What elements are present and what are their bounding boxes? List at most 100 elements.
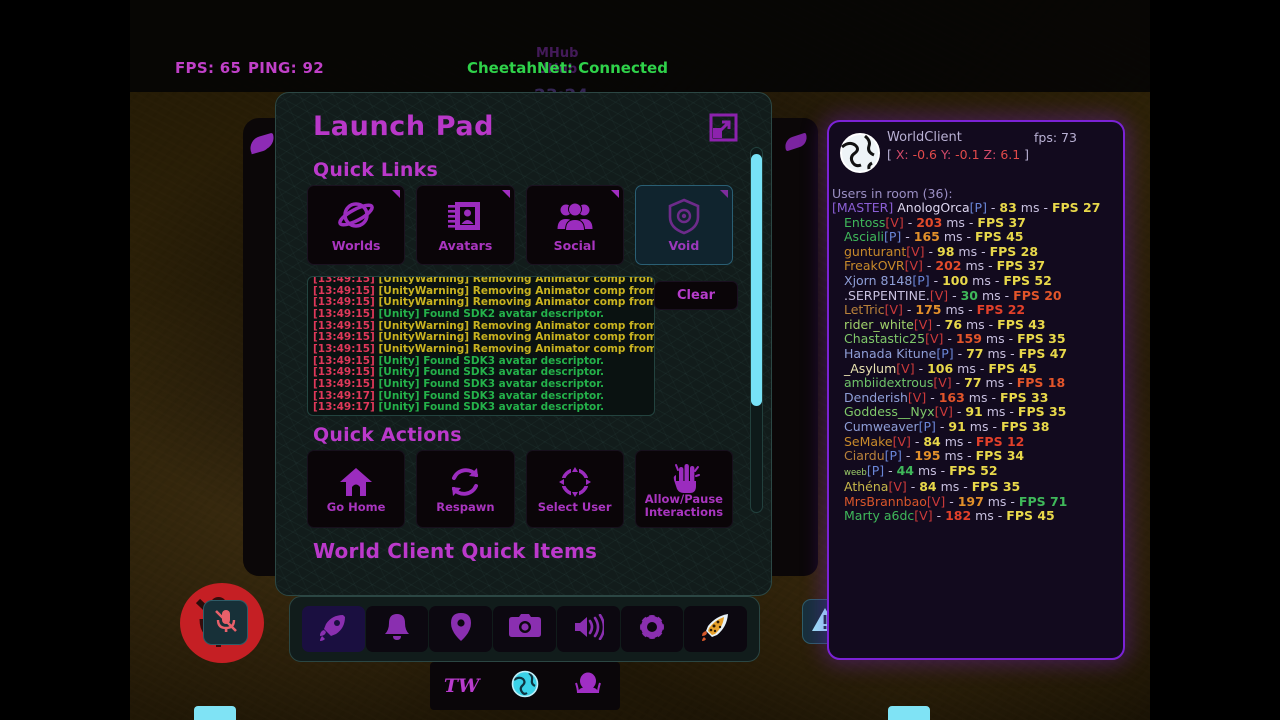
quick-link-avatars[interactable]: Avatars xyxy=(416,185,515,265)
coord-x-key: X: xyxy=(895,147,909,162)
page-title: Launch Pad xyxy=(313,111,495,142)
refresh-icon xyxy=(447,463,483,501)
user-list-item[interactable]: _Asylum[V] - 106 ms - FPS 45 xyxy=(829,361,1123,377)
contacts-book-icon xyxy=(446,196,484,236)
action-label: Select User xyxy=(537,500,612,514)
panel-scrollbar-thumb[interactable] xyxy=(751,154,762,406)
quick-link-worlds[interactable]: Worlds xyxy=(307,185,406,265)
location-pin-icon xyxy=(449,612,473,646)
users-panel-fps: fps: 73 xyxy=(1034,130,1077,145)
corner-accent-icon xyxy=(610,190,619,198)
toolbar-button-cheetah[interactable] xyxy=(684,606,748,652)
user-list-item[interactable]: Entoss[V] - 203 ms - FPS 37 xyxy=(829,215,1123,231)
user-list-item[interactable]: MrsBrannbao[V] - 197 ms - FPS 71 xyxy=(829,494,1123,510)
user-list-item[interactable]: FreakOVR[V] - 202 ms - FPS 37 xyxy=(829,259,1123,274)
user-list-item[interactable]: Ciardu[P] - 195 ms - FPS 34 xyxy=(829,448,1123,464)
user-list-item[interactable]: SeMake[V] - 84 ms - FPS 12 xyxy=(829,434,1123,450)
launch-pad-window: Launch Pad Quick Links Worlds Avatars So… xyxy=(275,92,772,596)
bottom-tab-stub-right[interactable] xyxy=(888,706,930,720)
expand-icon[interactable] xyxy=(708,112,739,143)
world-client-users-panel: WorldClient fps: 73 [ X: -0.6 Y: -0.1 Z:… xyxy=(827,120,1125,660)
quick-link-void[interactable]: Void xyxy=(634,185,733,265)
corner-accent-icon xyxy=(501,190,510,198)
hand-icon xyxy=(666,463,702,493)
user-list-item[interactable]: Chastastic25[V] - 159 ms - FPS 35 xyxy=(829,332,1123,347)
corner-accent-icon xyxy=(720,190,728,198)
section-heading-quick-actions: Quick Actions xyxy=(313,424,462,446)
camera-icon xyxy=(508,614,541,644)
coord-bracket-open: [ xyxy=(887,147,896,162)
users-panel-client-name: WorldClient xyxy=(887,130,962,145)
toolbar-button-camera[interactable] xyxy=(493,606,556,652)
home-icon xyxy=(338,463,374,501)
action-respawn[interactable]: Respawn xyxy=(416,450,515,528)
action-select-user[interactable]: Select User xyxy=(525,450,624,528)
user-list-item[interactable]: .SERPENTINE.[V] - 30 ms - FPS 20 xyxy=(829,288,1123,304)
users-panel-coordinates: [ X: -0.6 Y: -0.1 Z: 6.1 ] xyxy=(887,147,1029,162)
user-list-item[interactable]: gunturant[V] - 98 ms - FPS 28 xyxy=(829,244,1123,260)
toolbar-sub-tray: TW xyxy=(430,662,620,710)
coord-y-value: -0.1 xyxy=(955,147,980,162)
action-label: Allow/Pause Interactions xyxy=(644,492,724,519)
globe-icon xyxy=(511,670,539,702)
user-list-item[interactable]: Marty a6dc[V] - 182 ms - FPS 45 xyxy=(829,509,1123,524)
user-list-item[interactable]: Athéna[V] - 84 ms - FPS 35 xyxy=(829,479,1123,495)
subtray-button-avatar[interactable] xyxy=(558,663,618,709)
toolbar-button-notifications[interactable] xyxy=(365,606,429,652)
hud-ping-counter: PING: 92 xyxy=(248,59,324,77)
user-list-item[interactable]: rider_white[V] - 76 ms - FPS 43 xyxy=(829,317,1123,333)
quick-link-label: Worlds xyxy=(331,238,381,253)
speaker-icon xyxy=(572,613,606,644)
quick-link-label: Social xyxy=(553,238,596,253)
action-label: Go Home xyxy=(326,500,386,514)
user-list-item[interactable]: Xjorn 8148[P] - 100 ms - FPS 52 xyxy=(829,273,1123,289)
quick-link-label: Avatars xyxy=(438,238,493,253)
user-list-item[interactable]: Denderish[V] - 163 ms - FPS 33 xyxy=(829,390,1123,406)
subtray-button-globe[interactable] xyxy=(495,663,555,709)
clear-console-button[interactable]: Clear xyxy=(654,281,738,310)
quick-links-row: Worlds Avatars Social Void xyxy=(307,185,733,265)
quick-link-label: Void xyxy=(668,238,700,253)
bottom-tab-stub-left[interactable] xyxy=(194,706,236,720)
user-list-item[interactable]: weeb[P] - 44 ms - FPS 52 xyxy=(829,463,1123,481)
rocket-icon xyxy=(318,612,348,646)
microphone-muted-icon xyxy=(212,607,240,639)
globe-icon xyxy=(839,132,881,174)
user-list-item[interactable]: Asciali[P] - 165 ms - FPS 45 xyxy=(829,229,1123,245)
action-go-home[interactable]: Go Home xyxy=(307,450,406,528)
user-list-item[interactable]: Hanada Kitune[P] - 77 ms - FPS 47 xyxy=(829,346,1123,362)
target-icon xyxy=(556,463,593,501)
avatar-head-icon xyxy=(574,670,602,702)
user-list-item[interactable]: Cumweaver[P] - 91 ms - FPS 38 xyxy=(829,419,1123,435)
coord-x-value: -0.6 xyxy=(912,147,938,162)
user-list[interactable]: [MASTER] AnologOrca[P] - 83 ms - FPS 27 E… xyxy=(829,200,1123,524)
action-allow-pause-interactions[interactable]: Allow/Pause Interactions xyxy=(634,450,733,528)
toolbar-button-rocket[interactable] xyxy=(302,606,365,652)
bell-icon xyxy=(383,612,411,646)
coord-y-key: Y: xyxy=(941,147,952,162)
quick-actions-row: Go Home Respawn Select User Allow/Pause … xyxy=(307,450,733,528)
shield-icon xyxy=(667,196,701,236)
gear-icon xyxy=(635,610,669,646)
app-screen: MHub UHub 23:24 FPS: 65 PING: 92 Cheetah… xyxy=(0,0,1280,720)
console-line: [13:49:17] [Unity] Found SDK3 avatar des… xyxy=(313,401,604,414)
planet-icon xyxy=(336,196,376,236)
console-log[interactable]: [13:49:15] [UnityWarning] Removing Anima… xyxy=(307,276,655,416)
user-list-item[interactable]: Goddess__Nyx[V] - 91 ms - FPS 35 xyxy=(829,405,1123,420)
user-list-item[interactable]: ambiidextrous[V] - 77 ms - FPS 18 xyxy=(829,375,1123,391)
subtray-button-tw[interactable]: TW xyxy=(432,663,492,709)
toolbar-button-volume[interactable] xyxy=(556,606,620,652)
coord-z-value: 6.1 xyxy=(1000,147,1021,162)
tw-logo-icon: TW xyxy=(443,675,480,697)
section-heading-quick-links: Quick Links xyxy=(313,159,438,181)
bottom-toolbar xyxy=(289,596,760,662)
section-heading-world-client-items: World Client Quick Items xyxy=(313,539,598,563)
mic-toggle-button[interactable] xyxy=(203,600,248,645)
user-list-item[interactable]: [MASTER] AnologOrca[P] - 83 ms - FPS 27 xyxy=(829,200,1123,216)
toolbar-button-settings[interactable] xyxy=(620,606,684,652)
action-label: Respawn xyxy=(436,500,495,514)
user-list-item[interactable]: LetTric[V] - 175 ms - FPS 22 xyxy=(829,302,1123,318)
toolbar-button-location[interactable] xyxy=(429,606,493,652)
quick-link-social[interactable]: Social xyxy=(525,185,624,265)
hud-fps-counter: FPS: 65 xyxy=(175,59,242,77)
